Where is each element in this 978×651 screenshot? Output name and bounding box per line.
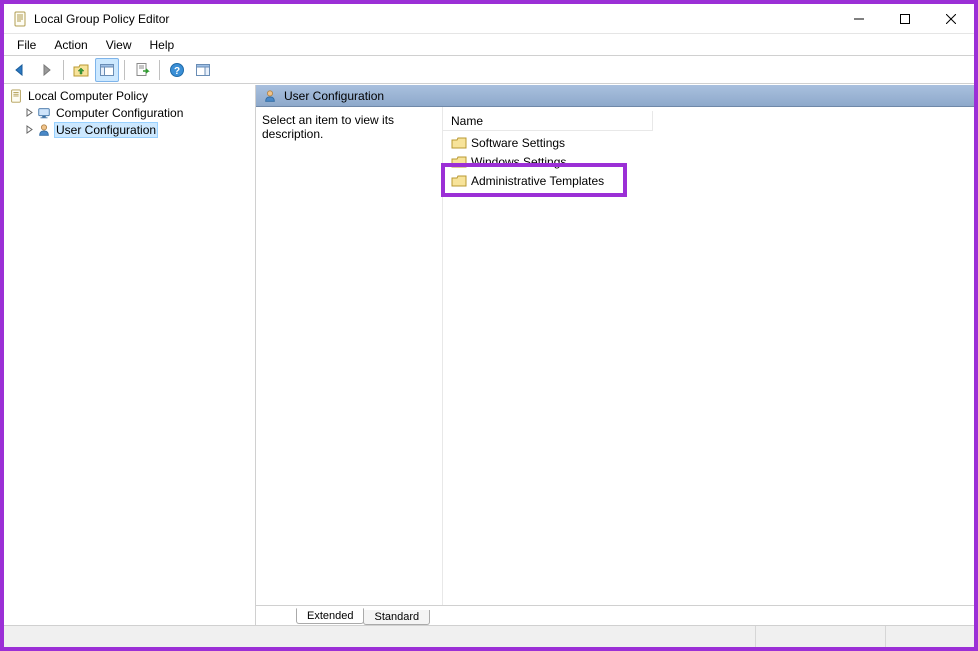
toolbar-separator <box>63 60 64 80</box>
description-column: Select an item to view its description. <box>256 107 442 605</box>
status-cell <box>4 626 756 647</box>
tree-pane[interactable]: Local Computer Policy Computer Configura… <box>4 85 256 625</box>
status-cell <box>756 626 886 647</box>
folder-icon <box>451 136 467 150</box>
list-item-administrative-templates[interactable]: Administrative Templates <box>443 171 974 190</box>
maximize-button[interactable] <box>882 4 928 34</box>
detail-tabs: Extended Standard <box>256 605 974 625</box>
detail-pane: User Configuration Select an item to vie… <box>256 85 974 625</box>
expander-icon[interactable] <box>22 125 36 134</box>
app-icon <box>12 11 28 27</box>
user-icon <box>36 123 52 137</box>
tree-root[interactable]: Local Computer Policy <box>4 87 255 104</box>
status-cell <box>886 626 974 647</box>
toolbar-up-button[interactable] <box>69 58 93 82</box>
window-frame: Local Group Policy Editor File Action Vi… <box>0 0 978 651</box>
expander-icon[interactable] <box>22 108 36 117</box>
list-rows: Software Settings Windows Settings <box>443 131 974 190</box>
toolbar-console-tree-button[interactable] <box>95 58 119 82</box>
window-title: Local Group Policy Editor <box>34 12 169 26</box>
tree-item-computer-config[interactable]: Computer Configuration <box>4 104 255 121</box>
toolbar-export-button[interactable] <box>130 58 154 82</box>
detail-header: User Configuration <box>256 85 974 107</box>
toolbar-action-pane-button[interactable] <box>191 58 215 82</box>
list-item-label: Software Settings <box>471 136 565 150</box>
svg-text:?: ? <box>174 66 180 77</box>
toolbar: ? <box>4 56 974 84</box>
tree-item-label: User Configuration <box>54 122 158 138</box>
minimize-button[interactable] <box>836 4 882 34</box>
menu-action[interactable]: Action <box>45 36 96 54</box>
menu-help[interactable]: Help <box>141 36 184 54</box>
list-column: Name Software Settings Windo <box>442 107 974 605</box>
tab-extended[interactable]: Extended <box>296 608 364 624</box>
folder-icon <box>451 155 467 169</box>
main-area: Local Computer Policy Computer Configura… <box>4 84 974 625</box>
list-item-label: Windows Settings <box>471 155 566 169</box>
menu-file[interactable]: File <box>8 36 45 54</box>
titlebar: Local Group Policy Editor <box>4 4 974 34</box>
toolbar-back-button[interactable] <box>8 58 32 82</box>
close-button[interactable] <box>928 4 974 34</box>
toolbar-forward-button[interactable] <box>34 58 58 82</box>
toolbar-separator <box>159 60 160 80</box>
tab-standard[interactable]: Standard <box>363 610 430 625</box>
description-text: Select an item to view its description. <box>262 113 394 141</box>
tree-root-label: Local Computer Policy <box>26 89 150 103</box>
statusbar <box>4 625 974 647</box>
policy-icon <box>8 89 24 103</box>
tree-item-user-config[interactable]: User Configuration <box>4 121 255 138</box>
list-item-windows-settings[interactable]: Windows Settings <box>443 152 974 171</box>
detail-header-title: User Configuration <box>284 89 384 103</box>
column-header-name[interactable]: Name <box>443 111 653 131</box>
computer-icon <box>36 106 52 120</box>
menubar: File Action View Help <box>4 34 974 56</box>
menu-view[interactable]: View <box>97 36 141 54</box>
list-item-label: Administrative Templates <box>471 174 604 188</box>
user-icon <box>262 89 278 103</box>
detail-body: Select an item to view its description. … <box>256 107 974 605</box>
list-item-software-settings[interactable]: Software Settings <box>443 133 974 152</box>
folder-icon <box>451 174 467 188</box>
window-controls <box>836 4 974 34</box>
toolbar-separator <box>124 60 125 80</box>
tree-item-label: Computer Configuration <box>54 106 185 120</box>
toolbar-help-button[interactable]: ? <box>165 58 189 82</box>
